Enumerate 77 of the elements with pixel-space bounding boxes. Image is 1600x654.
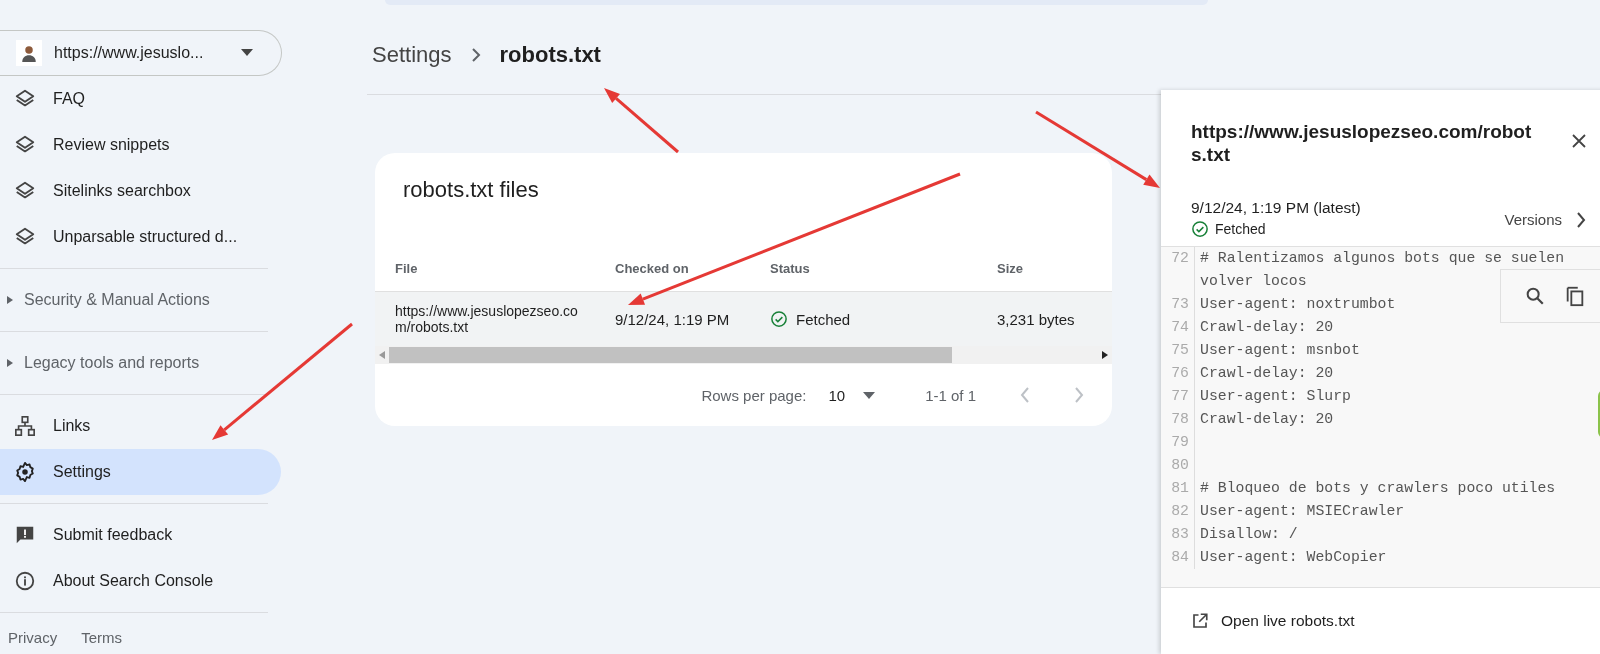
- column-header: Size: [977, 245, 1112, 292]
- table-row[interactable]: https://www.jesuslopezseo.com/robots.txt 9/12/24, 1:19 PM Fetched 3,231 bytes: [375, 291, 1112, 346]
- table-cell: 9/12/24, 1:19 PM: [595, 291, 750, 346]
- close-icon: [1570, 132, 1588, 150]
- chevron-right-icon: [1576, 211, 1586, 228]
- copy-icon[interactable]: [1564, 284, 1586, 308]
- line-number: 72: [1161, 247, 1195, 293]
- code-line: User-agent: MSIECrawler: [1200, 502, 1405, 521]
- nav-section[interactable]: Legacy tools and reports: [0, 340, 288, 386]
- next-page-icon[interactable]: [1074, 387, 1084, 403]
- nav-item[interactable]: Links: [0, 403, 267, 449]
- settings-icon: [14, 461, 36, 483]
- line-number: 82: [1161, 500, 1195, 523]
- table-cell: 3,231 bytes: [977, 291, 1112, 346]
- nav-item[interactable]: Sitelinks searchbox: [0, 168, 267, 214]
- network-icon: [14, 415, 36, 437]
- line-number: 78: [1161, 408, 1195, 431]
- code-line: Crawl-delay: 20: [1200, 364, 1334, 383]
- code-line: User-agent: noxtrumbot: [1200, 295, 1396, 314]
- scroll-left-icon: [379, 351, 385, 359]
- check-circle-icon: [770, 310, 788, 328]
- page-range: 1-1 of 1: [925, 386, 976, 404]
- column-header: Status: [750, 245, 977, 292]
- nav-section[interactable]: Security & Manual Actions: [0, 277, 288, 323]
- code-line: Disallow: /: [1200, 525, 1298, 544]
- dropdown-caret-icon: [241, 49, 253, 57]
- code-line: # Ralentizamos algunos bots que se suelen volver locos: [1200, 249, 1566, 291]
- line-number: 73: [1161, 293, 1195, 316]
- info-icon: [14, 570, 36, 592]
- line-number: 76: [1161, 362, 1195, 385]
- nav-item[interactable]: Settings: [0, 449, 281, 495]
- nav-item[interactable]: Review snippets: [0, 122, 267, 168]
- line-number: 74: [1161, 316, 1195, 339]
- table-cell: https://www.jesuslopezseo.com/robots.txt: [375, 291, 595, 346]
- line-number: 81: [1161, 477, 1195, 500]
- external-link-icon: [1191, 612, 1209, 630]
- code-line: # Bloqueo de bots y crawlers poco utiles: [1200, 479, 1556, 498]
- dropdown-caret-icon: [863, 391, 876, 399]
- nav-item[interactable]: FAQ: [0, 76, 267, 122]
- status-text: Fetched: [796, 310, 851, 328]
- scroll-right-icon: [1102, 351, 1108, 359]
- panel-title: https://www.jesuslopezseo.com/robots.txt: [1191, 120, 1533, 166]
- footer-link[interactable]: Terms: [81, 629, 123, 646]
- code-line: User-agent: Slurp: [1200, 387, 1351, 406]
- collapse-caret-icon: [6, 359, 14, 367]
- nav-item[interactable]: Submit feedback: [0, 512, 267, 558]
- line-number: 83: [1161, 523, 1195, 546]
- open-live-link[interactable]: Open live robots.txt: [1191, 612, 1355, 630]
- chevron-right-icon: [469, 47, 482, 63]
- check-circle-icon: [1191, 220, 1209, 238]
- breadcrumb-current: robots.txt: [499, 42, 601, 68]
- card-title: robots.txt files: [402, 176, 540, 204]
- previous-page-icon[interactable]: [1020, 387, 1030, 403]
- rows-per-page-label: Rows per page:: [701, 386, 807, 404]
- breadcrumb-link[interactable]: Settings: [372, 42, 452, 68]
- code-line: Crawl-delay: 20: [1200, 318, 1334, 337]
- rows-per-page-select[interactable]: 10: [828, 386, 876, 404]
- footer-link[interactable]: Privacy: [8, 629, 58, 646]
- code-line: User-agent: msnbot: [1200, 341, 1360, 360]
- property-selector[interactable]: https://www.jesuslo...: [0, 30, 282, 76]
- line-number: 84: [1161, 546, 1195, 569]
- nav-item[interactable]: Unparsable structured d...: [0, 214, 267, 260]
- status-text: Fetched: [1215, 221, 1266, 237]
- code-line: Crawl-delay: 20: [1200, 410, 1334, 429]
- column-header: Checked on: [595, 245, 750, 292]
- code-line: User-agent: WebCopier: [1200, 548, 1387, 567]
- versions-button[interactable]: Versions: [1504, 211, 1586, 228]
- line-number: 79: [1161, 431, 1195, 454]
- version-date: 9/12/24, 1:19 PM (latest): [1191, 199, 1361, 217]
- nav-item[interactable]: About Search Console: [0, 558, 267, 604]
- line-number: 75: [1161, 339, 1195, 362]
- line-number: 80: [1161, 454, 1195, 477]
- line-number: 77: [1161, 385, 1195, 408]
- column-header: File: [375, 245, 595, 292]
- search-icon[interactable]: [1524, 285, 1546, 307]
- horizontal-scrollbar[interactable]: [375, 346, 1112, 364]
- collapse-caret-icon: [6, 296, 14, 304]
